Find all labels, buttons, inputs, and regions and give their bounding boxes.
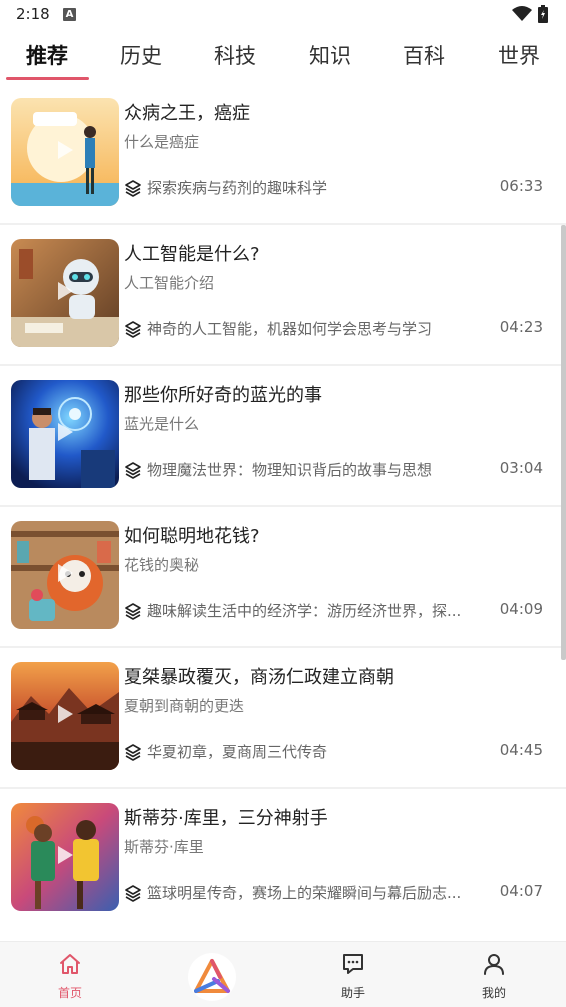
play-icon: [58, 282, 73, 300]
nav-assistant-label: 助手: [340, 986, 365, 1000]
series-description: 探索疾病与药剂的趣味科学: [147, 179, 328, 197]
app-logo-button[interactable]: [188, 953, 236, 1001]
video-duration: 03:04: [499, 459, 543, 477]
tab-knowledge[interactable]: 知识: [309, 40, 351, 70]
video-title: 那些你所好奇的蓝光的事: [124, 385, 322, 406]
video-duration: 04:23: [499, 318, 543, 336]
video-card[interactable]: 众病之王，癌症 什么是癌症 探索疾病与药剂的趣味科学 06:33: [0, 84, 566, 224]
layers-icon: [125, 744, 141, 761]
nav-assistant[interactable]: 助手: [318, 942, 388, 1007]
active-tab-indicator: [6, 77, 89, 80]
scrollbar[interactable]: [561, 225, 566, 660]
battery-icon: [538, 5, 548, 23]
video-subtitle: 蓝光是什么: [124, 415, 200, 433]
video-thumbnail: [11, 239, 119, 347]
layers-icon: [125, 603, 141, 620]
series-description: 神奇的人工智能，机器如何学会思考与学习: [147, 320, 433, 338]
video-thumbnail: [11, 380, 119, 488]
home-icon: [60, 954, 80, 974]
video-thumbnail: [11, 662, 119, 770]
app-logo-icon: [194, 959, 230, 993]
layers-icon: [125, 462, 141, 479]
video-title: 众病之王，癌症: [124, 103, 250, 124]
chat-icon: [343, 954, 363, 974]
layers-icon: [125, 180, 141, 197]
play-icon: [58, 564, 73, 582]
profile-icon: [484, 954, 504, 975]
play-icon: [58, 141, 73, 159]
video-card[interactable]: 斯蒂芬·库里，三分神射手 斯蒂芬·库里 篮球明星传奇，赛场上的荣耀瞬间与幕后励志…: [0, 789, 566, 929]
series-description: 物理魔法世界：物理知识背后的故事与思想: [147, 461, 433, 479]
video-duration: 04:07: [499, 882, 543, 900]
video-subtitle: 人工智能介绍: [124, 274, 215, 292]
series-description: 篮球明星传奇，赛场上的荣耀瞬间与幕后励志...: [147, 884, 462, 902]
layers-icon: [125, 885, 141, 902]
nav-profile[interactable]: 我的: [459, 942, 529, 1007]
play-icon: [58, 846, 73, 864]
video-card[interactable]: 如何聪明地花钱? 花钱的奥秘 趣味解读生活中的经济学：游历经济世界，探... 0…: [0, 507, 566, 647]
video-duration: 04:09: [499, 600, 543, 618]
video-duration: 06:33: [499, 177, 543, 195]
video-thumbnail: [11, 803, 119, 911]
notification-icon: A: [63, 8, 76, 21]
series-description: 华夏初章，夏商周三代传奇: [147, 743, 328, 761]
status-time: 2:18: [16, 5, 50, 23]
nav-profile-label: 我的: [481, 986, 506, 1000]
tab-encyclopedia[interactable]: 百科: [403, 40, 445, 70]
nav-home[interactable]: 首页: [35, 942, 105, 1007]
tab-recommend[interactable]: 推荐: [26, 40, 68, 70]
video-title: 如何聪明地花钱?: [124, 526, 260, 547]
video-thumbnail: [11, 521, 119, 629]
play-icon: [58, 705, 73, 723]
video-title: 夏桀暴政覆灭，商汤仁政建立商朝: [124, 667, 394, 688]
series-description: 趣味解读生活中的经济学：游历经济世界，探...: [147, 602, 462, 620]
tab-world[interactable]: 世界: [498, 40, 540, 70]
video-subtitle: 斯蒂芬·库里: [124, 838, 204, 856]
nav-home-label: 首页: [57, 986, 82, 1000]
video-duration: 04:45: [499, 741, 543, 759]
video-thumbnail: [11, 98, 119, 206]
video-card[interactable]: 夏桀暴政覆灭，商汤仁政建立商朝 夏朝到商朝的更迭 华夏初章，夏商周三代传奇 04…: [0, 648, 566, 788]
category-tabs: 推荐 历史 科技 知识 百科 世界: [0, 30, 566, 82]
video-subtitle: 什么是癌症: [124, 133, 200, 151]
video-title: 斯蒂芬·库里，三分神射手: [124, 808, 328, 829]
tab-history[interactable]: 历史: [120, 40, 162, 70]
video-subtitle: 花钱的奥秘: [124, 556, 200, 574]
tab-technology[interactable]: 科技: [214, 40, 256, 70]
status-bar: 2:18 A: [0, 0, 566, 30]
video-card[interactable]: 人工智能是什么? 人工智能介绍 神奇的人工智能，机器如何学会思考与学习 04:2…: [0, 225, 566, 365]
play-icon: [58, 423, 73, 441]
video-title: 人工智能是什么?: [124, 244, 260, 265]
video-card[interactable]: 那些你所好奇的蓝光的事 蓝光是什么 物理魔法世界：物理知识背后的故事与思想 03…: [0, 366, 566, 506]
bottom-nav: 首页 助手 我的: [0, 941, 566, 1007]
video-feed: 众病之王，癌症 什么是癌症 探索疾病与药剂的趣味科学 06:33 人工智能是什么…: [0, 84, 566, 940]
wifi-icon: [512, 6, 532, 21]
layers-icon: [125, 321, 141, 338]
video-subtitle: 夏朝到商朝的更迭: [124, 697, 245, 715]
